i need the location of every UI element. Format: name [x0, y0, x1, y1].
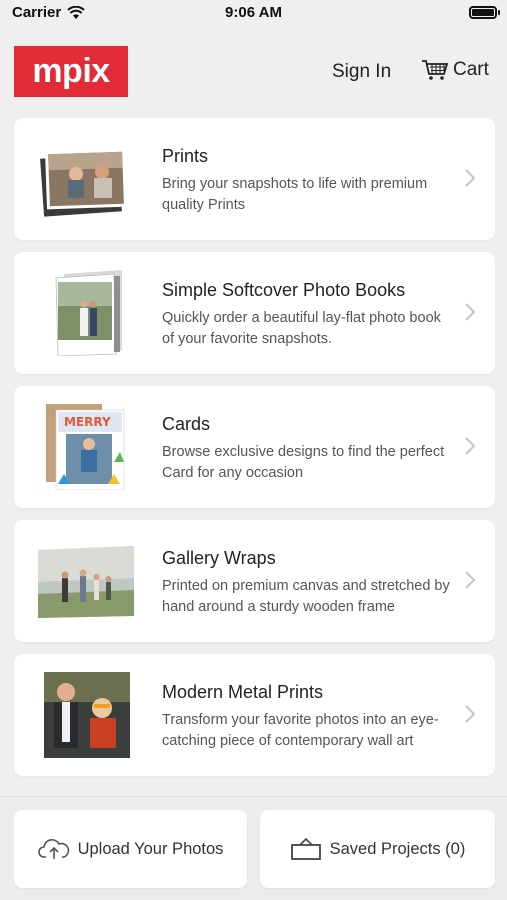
- cart-icon: [422, 60, 449, 80]
- cards-thumbnail: MERRY: [46, 404, 125, 490]
- product-description: Transform your favorite photos into an e…: [162, 712, 439, 749]
- product-title: Modern Metal Prints: [162, 682, 324, 702]
- product-list: Prints Bring your snapshots to life with…: [14, 118, 495, 788]
- mpix-logo[interactable]: mpix: [14, 46, 128, 97]
- product-title: Prints: [162, 146, 209, 166]
- sign-in-button[interactable]: Sign In: [332, 61, 391, 83]
- metal-print-thumbnail: [44, 672, 130, 758]
- upload-photos-button[interactable]: Upload Your Photos: [14, 810, 247, 888]
- saved-projects-button[interactable]: Saved Projects (0): [260, 810, 495, 888]
- gallery-wrap-thumbnail: [38, 546, 134, 618]
- photobook-thumbnail: [55, 270, 122, 356]
- svg-text:MERRY: MERRY: [64, 415, 111, 429]
- prints-thumbnail: [40, 148, 127, 217]
- chevron-right-icon: [465, 571, 476, 589]
- product-card-photo-books[interactable]: Simple Softcover Photo Books Quickly ord…: [14, 252, 495, 374]
- product-card-prints[interactable]: Prints Bring your snapshots to life with…: [14, 118, 495, 240]
- status-bar: Carrier 9:06 AM: [0, 0, 507, 28]
- upload-photos-label: Upload Your Photos: [77, 839, 224, 858]
- product-description: Quickly order a beautiful lay-flat photo…: [162, 310, 441, 347]
- cloud-upload-icon: [37, 839, 69, 859]
- cart-button[interactable]: Cart: [421, 58, 489, 82]
- chevron-right-icon: [465, 169, 476, 187]
- chevron-right-icon: [465, 303, 476, 321]
- product-description: Browse exclusive designs to find the per…: [162, 444, 445, 481]
- product-title: Cards: [162, 414, 211, 434]
- cart-label: Cart: [453, 59, 489, 80]
- battery-icon: [469, 6, 500, 19]
- app-header: mpix Sign In Cart: [0, 28, 507, 114]
- product-description: Bring your snapshots to life with premiu…: [162, 176, 428, 213]
- product-title: Gallery Wraps: [162, 548, 276, 568]
- folder-icon: [290, 837, 321, 860]
- chevron-right-icon: [465, 437, 476, 455]
- product-card-cards[interactable]: MERRY Cards Browse exclusive designs to …: [14, 386, 495, 508]
- chevron-right-icon: [465, 705, 476, 723]
- product-title: Simple Softcover Photo Books: [162, 280, 406, 300]
- product-card-gallery-wraps[interactable]: Gallery Wraps Printed on premium canvas …: [14, 520, 495, 642]
- clock: 9:06 AM: [225, 4, 282, 21]
- product-description: Printed on premium canvas and stretched …: [162, 578, 450, 615]
- product-card-metal-prints[interactable]: Modern Metal Prints Transform your favor…: [14, 654, 495, 776]
- saved-projects-label: Saved Projects (0): [329, 839, 466, 858]
